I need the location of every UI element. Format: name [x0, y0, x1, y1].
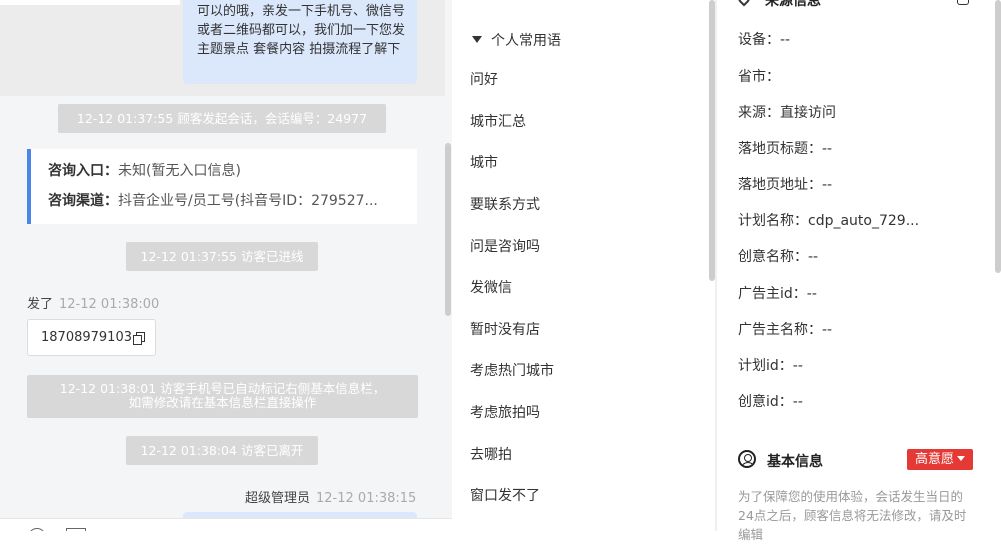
- chat-input-toolbar: [0, 518, 452, 531]
- phrase-item[interactable]: 要联系方式: [470, 193, 540, 217]
- field-value: 直接访问: [780, 105, 836, 121]
- field-device: 设备：--: [738, 30, 790, 50]
- consult-entry-label: 咨询入口：: [48, 163, 118, 179]
- field-label: 广告主名称：: [738, 322, 822, 338]
- field-value: --: [780, 32, 791, 48]
- consult-entry-value: 未知(暂无入口信息): [118, 163, 241, 179]
- chat-scrollbar[interactable]: [445, 143, 451, 316]
- edit-deadline-notice: 为了保障您的使用体验，会话发生当日的24点之后，顾客信息将无法修改，请及时编辑: [738, 489, 967, 542]
- phrase-item[interactable]: 考虑旅拍吗: [470, 401, 540, 425]
- field-landing-title: 落地页标题：--: [738, 139, 832, 159]
- field-value: --: [822, 322, 833, 338]
- phrase-item[interactable]: 问好: [470, 68, 498, 92]
- field-advertiser-id: 广告主id：--: [738, 284, 817, 304]
- system-phone-line1: 12-12 01:38:01 访客手机号已自动标记右侧基本信息栏，: [59, 381, 386, 396]
- delete-icon[interactable]: [957, 0, 969, 5]
- header-edge: [0, 0, 180, 5]
- consult-channel-row: 咨询渠道：抖音企业号/员工号(抖音号ID：279527...: [48, 189, 400, 219]
- field-label: 创意名称：: [738, 249, 808, 265]
- consult-channel-label: 咨询渠道：: [48, 193, 118, 209]
- phrase-item[interactable]: 问是咨询吗: [470, 235, 540, 259]
- field-label: 广告主id：: [738, 286, 807, 302]
- field-value: --: [808, 249, 819, 265]
- system-message-session-start: 12-12 01:37:55 顾客发起会话，会话编号：24977: [58, 104, 386, 133]
- field-label: 省市：: [738, 69, 780, 85]
- visitor-message-sender: 发了: [27, 297, 54, 312]
- basic-info-title: 基本信息: [767, 454, 823, 470]
- consult-info-card: 咨询入口：未知(暂无入口信息) 咨询渠道：抖音企业号/员工号(抖音号ID：279…: [27, 149, 417, 224]
- field-value: --: [822, 141, 833, 157]
- phrase-item[interactable]: 发微信: [470, 276, 512, 300]
- field-label: 来源：: [738, 105, 780, 121]
- system-message-visitor-leave: 12-12 01:38:04 访客已离开: [126, 436, 318, 465]
- field-plan-name: 计划名称：cdp_auto_729...: [738, 211, 919, 231]
- field-label: 创意id：: [738, 394, 793, 410]
- field-source: 来源：直接访问: [738, 103, 836, 123]
- field-label: 落地页标题：: [738, 141, 822, 157]
- source-info-title: 来源信息: [765, 0, 821, 9]
- field-label: 计划名称：: [738, 213, 808, 229]
- field-label: 设备：: [738, 32, 780, 48]
- admin-message-sender: 超级管理员: [245, 491, 311, 506]
- field-value: --: [792, 358, 803, 374]
- visitor-phone-message: 18708979103: [27, 319, 156, 356]
- field-label: 落地页地址：: [738, 177, 822, 193]
- intent-level-label: 高意愿: [914, 452, 954, 467]
- field-label: 计划id：: [738, 358, 793, 374]
- location-pin-icon: [735, 0, 753, 7]
- consult-channel-value: 抖音企业号/员工号(抖音号ID：279527...: [118, 193, 378, 209]
- consult-entry-row: 咨询入口：未知(暂无入口信息): [48, 159, 400, 189]
- field-creative-id: 创意id：--: [738, 392, 803, 412]
- agent-message-bubble: 可以的哦，亲发一下手机号、微信号或者二维码都可以，我们加一下您发主题景点 套餐内…: [183, 0, 417, 84]
- phrase-group-title: 个人常用语: [491, 33, 561, 49]
- chat-panel[interactable]: 可以的哦，亲发一下手机号、微信号或者二维码都可以，我们加一下您发主题景点 套餐内…: [0, 0, 452, 531]
- visitor-message-meta: 发了 12-12 01:38:00: [27, 293, 159, 312]
- field-landing-url: 落地页地址：--: [738, 175, 832, 195]
- system-phone-line2: 如需修改请在基本信息栏直接操作: [128, 395, 317, 410]
- phrase-item[interactable]: 考虑热门城市: [470, 359, 554, 383]
- field-value: --: [822, 177, 833, 193]
- intent-level-dropdown[interactable]: 高意愿: [907, 449, 973, 470]
- user-icon: [738, 450, 756, 468]
- phrase-item[interactable]: 暂时没有店: [470, 318, 540, 342]
- phrase-item[interactable]: 去哪拍: [470, 443, 512, 467]
- phrase-item[interactable]: 窗口发不了: [470, 484, 540, 508]
- info-scrollbar[interactable]: [995, 0, 1001, 273]
- field-creative-name: 创意名称：--: [738, 247, 818, 267]
- visitor-message-time: 12-12 01:38:00: [59, 297, 160, 312]
- caret-down-icon: [957, 456, 965, 461]
- field-province-city: 省市：: [738, 67, 780, 87]
- phrase-group-header[interactable]: 个人常用语: [472, 30, 561, 50]
- system-message-visitor-enter: 12-12 01:37:55 访客已进线: [126, 242, 318, 271]
- field-value: --: [806, 286, 817, 302]
- phrase-item[interactable]: 城市: [470, 151, 498, 175]
- quick-phrases-panel: 个人常用语 问好 城市汇总 城市 要联系方式 问是咨询吗 发微信 暂时没有店 考…: [452, 0, 715, 531]
- field-advertiser-name: 广告主名称：--: [738, 320, 832, 340]
- system-message-phone-marked: 12-12 01:38:01 访客手机号已自动标记右侧基本信息栏， 如需修改请在…: [27, 375, 418, 418]
- admin-message-meta: 超级管理员 12-12 01:38:15: [245, 487, 416, 506]
- caret-down-icon: [472, 36, 482, 43]
- field-plan-id: 计划id：--: [738, 356, 803, 376]
- phone-number: 18708979103: [41, 330, 132, 345]
- copy-icon[interactable]: [132, 331, 145, 345]
- field-value: --: [792, 394, 803, 410]
- phrase-item[interactable]: 城市汇总: [470, 110, 526, 134]
- field-value: cdp_auto_729...: [808, 213, 920, 229]
- admin-message-time: 12-12 01:38:15: [316, 491, 417, 506]
